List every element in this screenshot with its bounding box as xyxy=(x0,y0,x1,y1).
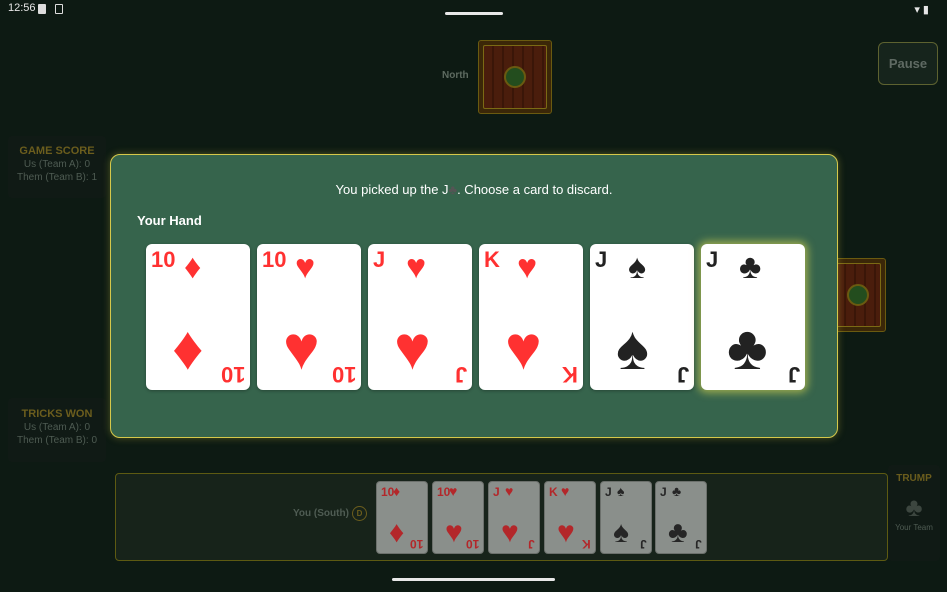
card-suit-icon: ♥ xyxy=(449,483,458,499)
card-rank: K xyxy=(484,247,500,272)
card-suit-icon: ♥ xyxy=(517,248,538,286)
game-score-them: Them (Team B): 1 xyxy=(16,172,98,183)
notification-icon xyxy=(38,4,46,14)
north-card-back xyxy=(478,40,552,114)
card-suit-icon: ♠ xyxy=(613,516,629,549)
card-rank: K xyxy=(549,485,558,499)
card-rank: K xyxy=(562,362,578,387)
card-rank: J xyxy=(695,537,702,551)
card-suit-icon: ♣ xyxy=(739,248,762,286)
card-suit-icon: ♦ xyxy=(172,314,204,383)
card-suit-icon: ♦ xyxy=(393,483,401,499)
trump-title: TRUMP xyxy=(896,473,932,484)
card-suit-icon: ♥ xyxy=(283,314,320,383)
card-rank: K xyxy=(582,537,591,551)
card-suit-icon: ♦ xyxy=(184,248,202,286)
card-suit-icon: ♥ xyxy=(295,248,316,286)
game-table: 12:56 ▾ ▮ North Pause GAME SCORE Us (Tea… xyxy=(0,0,947,592)
card-suit-icon: ♦ xyxy=(389,516,405,549)
card-rank: J xyxy=(605,485,612,499)
card-suit-icon: ♣ xyxy=(727,314,768,383)
card-rank: J xyxy=(493,485,500,499)
card-suit-icon: ♠ xyxy=(616,314,649,383)
trump-panel: TRUMP ♣ Your Team xyxy=(888,465,940,561)
card-rank: J xyxy=(454,362,467,387)
card-suit-icon: ♥ xyxy=(394,314,431,383)
pause-button[interactable]: Pause xyxy=(878,42,938,85)
east-card-back xyxy=(830,258,886,332)
hand-title: Your Hand xyxy=(137,213,202,228)
card-rank: 10 xyxy=(409,537,423,551)
wifi-battery-icon: ▾ ▮ xyxy=(914,4,929,16)
club-icon: ♣ xyxy=(448,182,458,197)
south-hand-card[interactable]: K ♥ ♥ K xyxy=(544,481,596,554)
card-suit-icon: ♥ xyxy=(406,248,427,286)
card-rank: 10 xyxy=(151,247,176,272)
tricks-won-them: Them (Team B): 0 xyxy=(16,435,98,446)
south-hand-card[interactable]: J ♥ ♥ J xyxy=(488,481,540,554)
card-rank: J xyxy=(706,247,719,272)
card-suit-icon: ♠ xyxy=(628,248,647,286)
south-hand-card[interactable]: J ♠ ♠ J xyxy=(600,481,652,554)
card-rank: 10 xyxy=(220,362,245,387)
game-score-us: Us (Team A): 0 xyxy=(23,159,91,170)
game-score-panel: GAME SCORE Us (Team A): 0 Them (Team B):… xyxy=(8,136,106,198)
tricks-won-us: Us (Team A): 0 xyxy=(23,422,91,433)
card-suit-icon: ♥ xyxy=(505,314,542,383)
trump-team: Your Team xyxy=(895,523,933,532)
north-label: North xyxy=(442,70,469,81)
card-rank: J xyxy=(787,362,800,387)
home-handle xyxy=(392,578,555,581)
modal-message-prefix: You picked up the J xyxy=(335,182,449,197)
south-hand-card[interactable]: J ♣ ♣ J xyxy=(655,481,707,554)
status-bar: 12:56 ▾ ▮ xyxy=(0,0,947,18)
card-suit-icon: ♥ xyxy=(501,516,519,549)
card-suit-icon: ♥ xyxy=(445,516,463,549)
hand-card[interactable]: K ♥ ♥ K xyxy=(479,244,583,390)
hand-card[interactable]: J ♥ ♥ J xyxy=(368,244,472,390)
card-rank: J xyxy=(676,362,689,387)
game-score-title: GAME SCORE xyxy=(19,145,95,157)
card-rank: J xyxy=(660,485,667,499)
hand-card[interactable]: J ♣ ♣ J xyxy=(701,244,805,390)
card-rank: J xyxy=(595,247,608,272)
card-suit-icon: ♥ xyxy=(561,483,570,499)
top-handle xyxy=(445,12,503,15)
card-rank: J xyxy=(640,537,647,551)
south-hand-card[interactable]: 10 ♥ ♥ 10 xyxy=(432,481,484,554)
status-time: 12:56 xyxy=(8,2,36,14)
tricks-won-title: TRICKS WON xyxy=(21,408,93,420)
card-rank: 10 xyxy=(262,247,287,272)
hand-card[interactable]: 10 ♥ ♥ 10 xyxy=(257,244,361,390)
card-rank: J xyxy=(528,537,535,551)
emblem-icon xyxy=(847,284,869,306)
discard-modal: You picked up the J♣. Choose a card to d… xyxy=(110,154,838,438)
screenshot-icon xyxy=(55,4,63,14)
modal-message-suffix: . Choose a card to discard. xyxy=(457,182,613,197)
tricks-won-panel: TRICKS WON Us (Team A): 0 Them (Team B):… xyxy=(8,398,106,462)
card-rank: 10 xyxy=(331,362,356,387)
south-label: You (South) xyxy=(293,508,349,519)
hand-card[interactable]: J ♠ ♠ J xyxy=(590,244,694,390)
emblem-icon xyxy=(504,66,526,88)
card-suit-icon: ♠ xyxy=(617,483,625,499)
club-icon: ♣ xyxy=(905,492,923,522)
card-suit-icon: ♥ xyxy=(557,516,575,549)
card-suit-icon: ♣ xyxy=(668,516,688,549)
card-rank: J xyxy=(373,247,386,272)
dealer-chip-icon: D xyxy=(352,506,367,521)
modal-message: You picked up the J♣. Choose a card to d… xyxy=(111,182,837,197)
hand-card[interactable]: 10 ♦ ♦ 10 xyxy=(146,244,250,390)
card-rank: 10 xyxy=(465,537,479,551)
card-suit-icon: ♣ xyxy=(672,483,682,499)
card-suit-icon: ♥ xyxy=(505,483,514,499)
south-hand-card[interactable]: 10 ♦ ♦ 10 xyxy=(376,481,428,554)
